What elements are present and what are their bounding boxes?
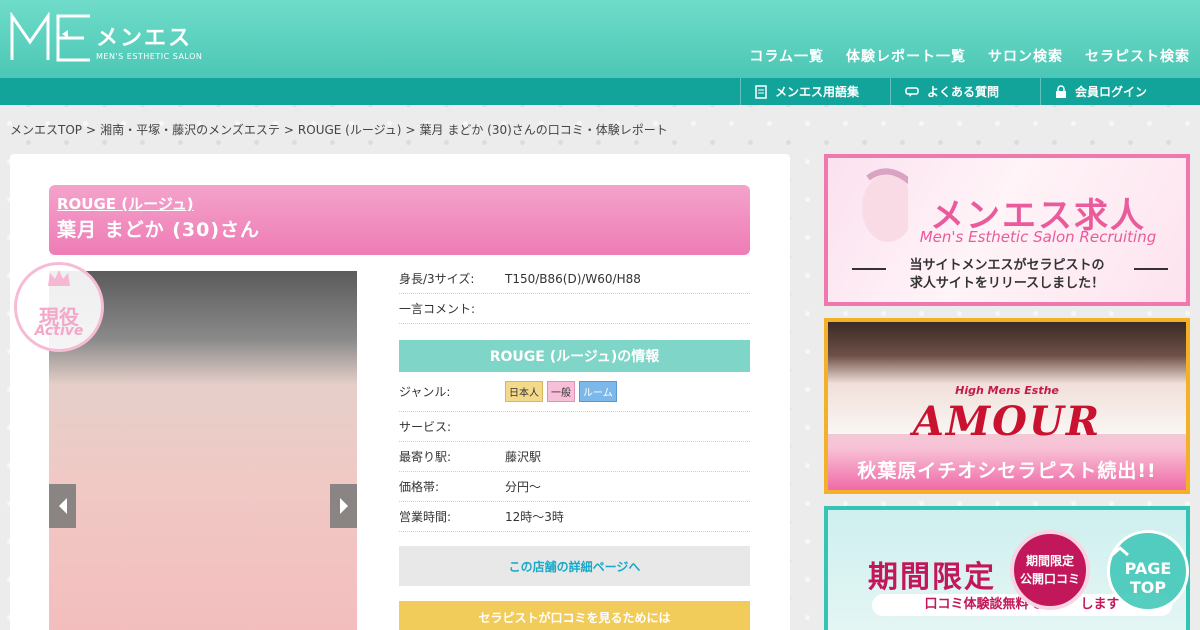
profile-title-box: ROUGE (ルージュ) 葉月 まどか (30)さん: [49, 185, 750, 255]
subnav-login[interactable]: 会員ログイン: [1040, 78, 1190, 105]
limited-circle-line1: 期間限定: [1025, 554, 1074, 568]
page-top-button[interactable]: PAGE TOP: [1107, 530, 1189, 612]
info-row-price: 価格帯: 分円～: [399, 472, 750, 502]
logo-mark-icon: [10, 12, 90, 62]
chevron-right-icon: [339, 498, 348, 514]
shop-info-heading: ROUGE (ルージュ)の情報: [399, 340, 750, 372]
nav-reports[interactable]: 体験レポート一覧: [846, 46, 966, 66]
info-label: 身長/3サイズ:: [399, 272, 475, 286]
recruit-banner-line1: 当サイトメンエスがセラピストの: [909, 258, 1105, 273]
chat-icon: [905, 86, 919, 97]
page-top-label-1: PAGE: [1124, 559, 1172, 578]
info-row-genre: ジャンル: 日本人 一般 ルーム: [399, 372, 750, 412]
info-label: 営業時間:: [399, 510, 452, 524]
info-value: 12時～3時: [505, 510, 564, 524]
genre-tag[interactable]: 日本人: [505, 381, 543, 402]
subnav-glossary-label: メンエス用語集: [775, 85, 860, 99]
active-badge: 現役 Active: [14, 262, 104, 352]
info-value: 分円～: [505, 480, 542, 494]
breadcrumb-current: 葉月 まどか (30)さんの口コミ・体験レポート: [419, 123, 668, 137]
genre-tags: 日本人 一般 ルーム: [505, 381, 750, 402]
breadcrumb: メンエスTOP > 湘南・平塚・藤沢のメンズエステ > ROUGE (ルージュ) > 葉月 …: [10, 121, 668, 138]
info-label: サービス:: [399, 420, 452, 434]
breadcrumb-shop[interactable]: ROUGE (ルージュ): [298, 123, 402, 137]
site-logo[interactable]: メンエス MEN'S ESTHETIC SALON: [10, 12, 202, 62]
amour-banner-caption: 秋葉原イチオシセラピスト続出!!: [857, 460, 1157, 482]
subnav-login-label: 会員ログイン: [1075, 85, 1148, 99]
subnav-faq-label: よくある質問: [927, 85, 1000, 99]
profile-card: ROUGE (ルージュ) 葉月 まどか (30)さん 現役 Active 身長/…: [10, 154, 790, 630]
info-row-size: 身長/3サイズ: T150/B86(D)/W60/H88: [399, 264, 750, 294]
logo-text-en: MEN'S ESTHETIC SALON: [96, 52, 203, 61]
nav-columns[interactable]: コラム一覧: [749, 46, 824, 66]
subnav-faq[interactable]: よくある質問: [890, 78, 1040, 105]
review-access-button[interactable]: セラピストが口コミを見るためには: [399, 601, 750, 630]
amour-banner-logo: AMOUR: [912, 398, 1102, 445]
genre-tag[interactable]: 一般: [547, 381, 575, 402]
crown-icon: [48, 270, 70, 286]
subnav-glossary[interactable]: メンエス用語集: [740, 78, 890, 105]
chevron-up-icon: [1111, 546, 1129, 557]
nav-salon-search[interactable]: サロン検索: [988, 46, 1063, 66]
breadcrumb-area[interactable]: 湘南・平塚・藤沢のメンズエステ: [100, 123, 280, 137]
info-label: 一言コメント:: [399, 302, 476, 316]
site-header: メンエス MEN'S ESTHETIC SALON コラム一覧 体験レポート一覧…: [0, 0, 1200, 78]
active-badge-en: Active: [34, 323, 84, 339]
info-row-station: 最寄り駅: 藤沢駅: [399, 442, 750, 472]
page-top-label-2: TOP: [1129, 578, 1167, 597]
breadcrumb-top[interactable]: メンエスTOP: [10, 123, 82, 137]
info-label: 最寄り駅:: [399, 450, 452, 464]
logo-text-jp: メンエス: [96, 26, 193, 51]
info-row-service: サービス:: [399, 412, 750, 442]
recruit-banner-subtitle: Men's Esthetic Salon Recruiting: [919, 228, 1157, 246]
shop-name-link[interactable]: ROUGE (ルージュ): [57, 193, 742, 215]
amour-banner-tagline: High Mens Esthe: [955, 384, 1059, 397]
amour-banner[interactable]: High Mens Esthe AMOUR 秋葉原イチオシセラピスト続出!!: [824, 318, 1190, 494]
nav-therapist-search[interactable]: セラピスト検索: [1085, 46, 1190, 66]
chevron-left-icon: [58, 498, 67, 514]
info-value: 藤沢駅: [505, 450, 542, 464]
breadcrumb-separator: >: [405, 123, 416, 137]
breadcrumb-separator: >: [283, 123, 294, 137]
slider-prev-button[interactable]: [49, 484, 76, 528]
limited-banner-title-text: 期間限定: [868, 560, 996, 595]
lock-icon: [1056, 84, 1066, 98]
info-row-comment: 一言コメント:: [399, 294, 750, 324]
sub-nav: メンエス用語集 よくある質問 会員ログイン: [740, 78, 1190, 105]
limited-banner-circle: 期間限定 公開口コミ: [1010, 530, 1090, 610]
slider-next-button[interactable]: [330, 484, 357, 528]
genre-tag[interactable]: ルーム: [579, 381, 617, 402]
info-value: T150/B86(D)/W60/H88: [505, 271, 641, 286]
limited-circle-line2: 公開口コミ: [1019, 572, 1080, 586]
profile-info: 身長/3サイズ: T150/B86(D)/W60/H88 一言コメント: ROU…: [399, 264, 750, 630]
info-row-hours: 営業時間: 12時～3時: [399, 502, 750, 532]
breadcrumb-separator: >: [86, 123, 97, 137]
recruit-banner-line2: 求人サイトをリリースしました！: [909, 276, 1105, 291]
info-label: 価格帯:: [399, 480, 440, 494]
main-nav: コラム一覧 体験レポート一覧 サロン検索 セラピスト検索: [749, 46, 1190, 66]
recruit-banner[interactable]: メンエス求人 Men's Esthetic Salon Recruiting 当…: [824, 154, 1190, 306]
book-icon: [755, 84, 767, 99]
sub-nav-bar: メンエス用語集 よくある質問 会員ログイン: [0, 78, 1200, 105]
info-label: ジャンル:: [399, 385, 451, 399]
shop-detail-button[interactable]: この店舗の詳細ページへ: [399, 546, 750, 586]
therapist-name: 葉月 まどか (30)さん: [57, 219, 261, 241]
